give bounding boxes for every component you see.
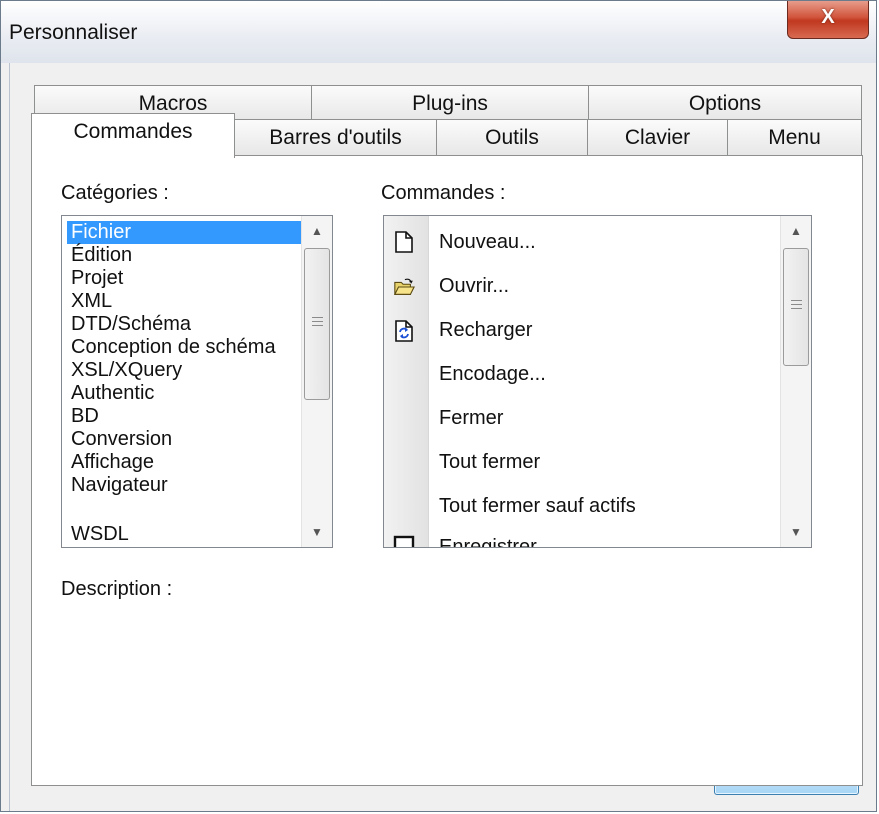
- category-item[interactable]: BD: [67, 405, 103, 428]
- tab-plug-ins[interactable]: Plug-ins: [311, 85, 589, 123]
- command-item[interactable]: Nouveau...: [439, 231, 536, 254]
- grip-line: [312, 317, 323, 318]
- category-item[interactable]: Conception de schéma: [67, 336, 280, 359]
- grip-line: [312, 321, 323, 322]
- command-item[interactable]: Encodage...: [439, 363, 546, 386]
- tab-barres-outils[interactable]: Barres d'outils: [234, 119, 437, 157]
- categories-scrollbar[interactable]: ▲ ▼: [301, 216, 332, 547]
- command-item[interactable]: Tout fermer sauf actifs: [439, 495, 636, 518]
- icon-gutter: [384, 216, 429, 547]
- scroll-thumb[interactable]: [783, 248, 809, 366]
- categories-label: Catégories :: [61, 182, 169, 204]
- new-file-icon: [395, 231, 413, 253]
- scroll-thumb[interactable]: [304, 248, 330, 400]
- category-item[interactable]: XSL/XQuery: [67, 359, 186, 382]
- command-item[interactable]: Tout fermer: [439, 451, 540, 474]
- category-item[interactable]: Conversion: [67, 428, 176, 451]
- commands-label: Commandes :: [381, 182, 506, 204]
- tab-clavier[interactable]: Clavier: [587, 119, 728, 157]
- scroll-down-arrow-icon[interactable]: ▼: [781, 519, 811, 545]
- reload-icon: [395, 320, 413, 342]
- save-icon: [393, 535, 415, 547]
- description-label: Description :: [61, 578, 173, 600]
- commandes-tab-panel: Catégories : Commandes : Fichier Édition…: [31, 155, 863, 786]
- close-window-button[interactable]: X: [787, 1, 869, 39]
- tab-outils[interactable]: Outils: [436, 119, 588, 157]
- category-item[interactable]: DTD/Schéma: [67, 313, 195, 336]
- category-item[interactable]: Navigateur: [67, 474, 172, 497]
- category-item[interactable]: XML: [67, 290, 116, 313]
- customize-dialog: Personnaliser X Macros Plug-ins Options …: [0, 0, 877, 812]
- window-title: Personnaliser: [9, 21, 138, 44]
- tab-commandes[interactable]: Commandes: [31, 113, 235, 158]
- tab-options[interactable]: Options: [588, 85, 862, 123]
- command-item[interactable]: Fermer: [439, 407, 503, 430]
- tab-menu[interactable]: Menu: [727, 119, 862, 157]
- grip-line: [791, 304, 802, 305]
- command-item[interactable]: Enregistrer: [439, 536, 537, 547]
- command-item[interactable]: Ouvrir...: [439, 275, 509, 298]
- category-item[interactable]: Fichier: [67, 221, 302, 244]
- scroll-down-arrow-icon[interactable]: ▼: [302, 519, 332, 545]
- command-item[interactable]: Recharger: [439, 319, 532, 342]
- category-item[interactable]: Affichage: [67, 451, 158, 474]
- commands-listbox[interactable]: Nouveau... Ouvrir... Recharger Encodage.…: [383, 215, 812, 548]
- title-bar: Personnaliser X: [1, 1, 876, 63]
- grip-line: [312, 325, 323, 326]
- category-item[interactable]: Authentic: [67, 382, 158, 405]
- category-item[interactable]: WSDL: [67, 523, 133, 546]
- commands-scrollbar[interactable]: ▲ ▼: [780, 216, 811, 547]
- grip-line: [791, 300, 802, 301]
- open-folder-icon: [393, 278, 415, 295]
- scroll-up-arrow-icon[interactable]: ▲: [302, 218, 332, 244]
- scroll-up-arrow-icon[interactable]: ▲: [781, 218, 811, 244]
- category-item[interactable]: Édition: [67, 244, 136, 267]
- grip-line: [791, 308, 802, 309]
- category-item[interactable]: Projet: [67, 267, 127, 290]
- categories-listbox[interactable]: Fichier Édition Projet XML DTD/Schéma Co…: [61, 215, 333, 548]
- dialog-client-area: Macros Plug-ins Options Commandes Barres…: [9, 63, 870, 811]
